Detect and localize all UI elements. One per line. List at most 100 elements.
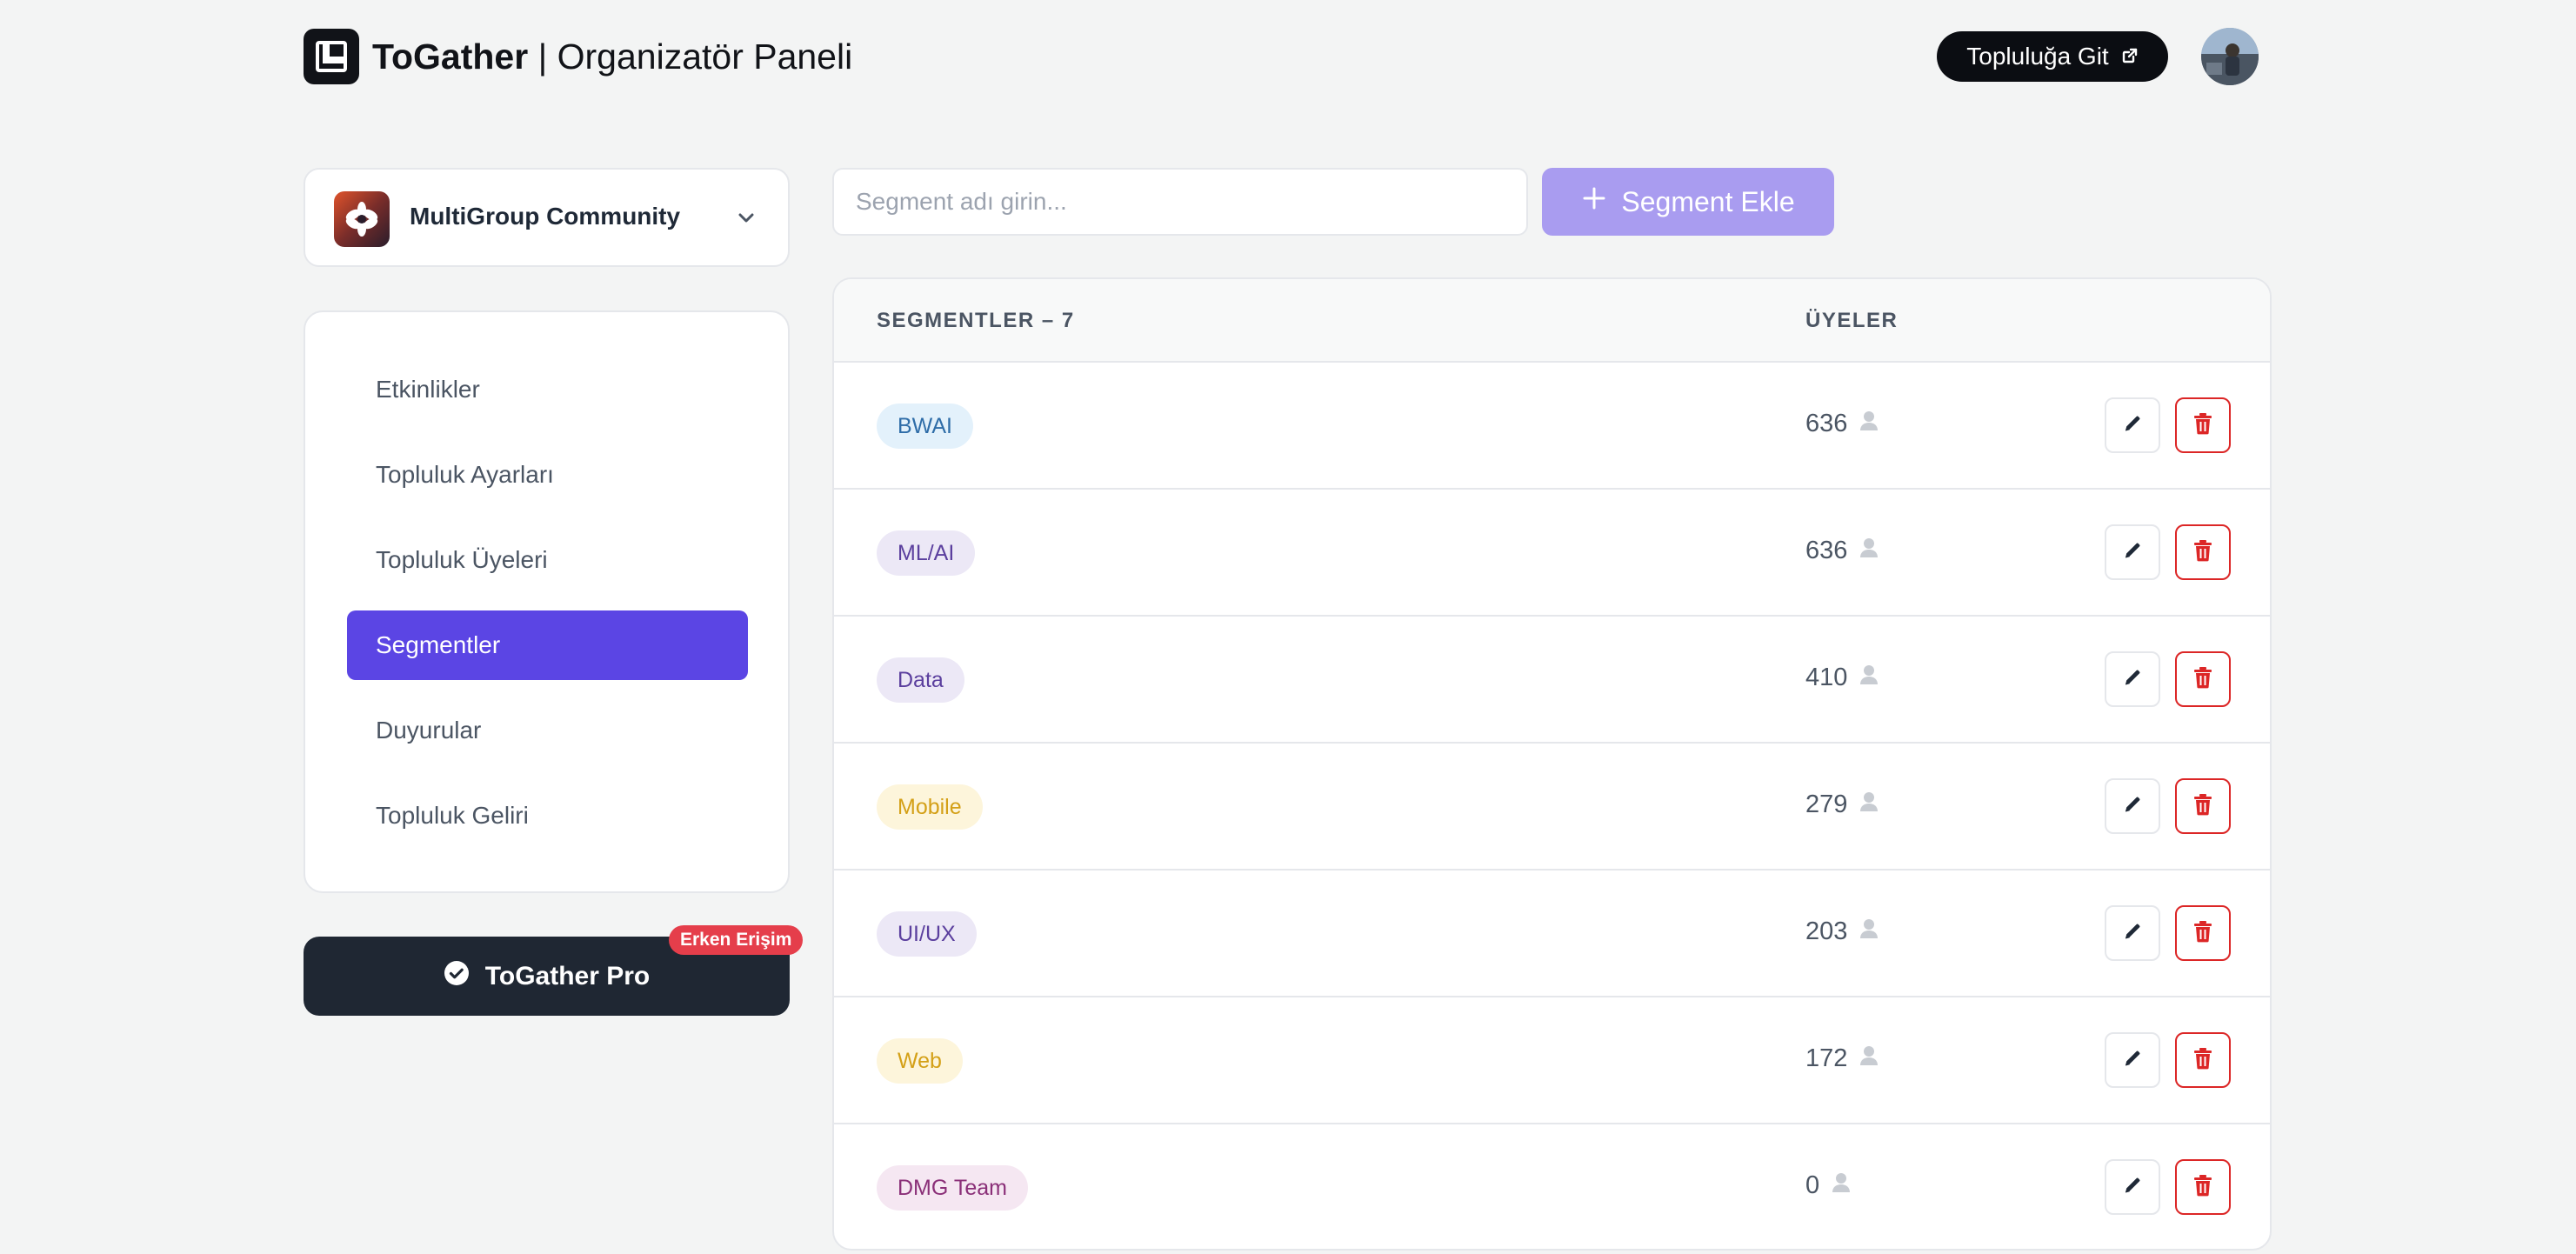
pencil-icon bbox=[2122, 540, 2143, 565]
edit-segment-button[interactable] bbox=[2105, 778, 2160, 834]
top-header: ToGather | Organizatör Paneli Topluluğa … bbox=[0, 0, 2576, 113]
sidebar-item-label: Etkinlikler bbox=[376, 376, 480, 403]
togather-logo-icon[interactable] bbox=[304, 29, 359, 84]
edit-segment-button[interactable] bbox=[2105, 1159, 2160, 1215]
user-icon bbox=[1859, 410, 1879, 438]
member-count: 410 bbox=[1805, 664, 1879, 692]
segment-tag: Data bbox=[877, 657, 964, 703]
table-row: ML/AI 636 bbox=[834, 490, 2270, 617]
edit-segment-button[interactable] bbox=[2105, 1032, 2160, 1088]
external-link-icon bbox=[2121, 43, 2139, 70]
delete-segment-button[interactable] bbox=[2175, 905, 2231, 961]
pencil-icon bbox=[2122, 413, 2143, 438]
plus-icon bbox=[1581, 185, 1607, 218]
table-row: Data 410 bbox=[834, 617, 2270, 744]
member-count-value: 203 bbox=[1805, 917, 1848, 945]
table-header: SEGMENTLER – 7 ÜYELER bbox=[834, 279, 2270, 363]
sidebar-item-community-members[interactable]: Topluluk Üyeleri bbox=[347, 525, 748, 595]
community-name: MultiGroup Community bbox=[410, 203, 681, 230]
user-icon bbox=[1859, 790, 1879, 819]
edit-segment-button[interactable] bbox=[2105, 905, 2160, 961]
segment-tag: UI/UX bbox=[877, 911, 977, 957]
sidebar-nav: Etkinlikler Topluluk Ayarları Topluluk Ü… bbox=[304, 310, 790, 893]
member-count-value: 0 bbox=[1805, 1171, 1820, 1199]
pencil-icon bbox=[2122, 1048, 2143, 1073]
community-logo bbox=[334, 191, 390, 247]
member-count: 0 bbox=[1805, 1171, 1851, 1200]
segment-tag: DMG Team bbox=[877, 1165, 1028, 1211]
member-count-value: 636 bbox=[1805, 410, 1848, 437]
sidebar-item-segments[interactable]: Segmentler bbox=[347, 610, 748, 680]
table-row: BWAI 636 bbox=[834, 363, 2270, 490]
sidebar-item-label: Topluluk Geliri bbox=[376, 802, 529, 829]
delete-segment-button[interactable] bbox=[2175, 1159, 2231, 1215]
early-access-badge: Erken Erişim bbox=[669, 925, 804, 955]
trash-icon bbox=[2193, 1047, 2212, 1074]
trash-icon bbox=[2193, 539, 2212, 566]
member-count-value: 636 bbox=[1805, 537, 1848, 564]
togather-pro-label: ToGather Pro bbox=[484, 961, 651, 991]
delete-segment-button[interactable] bbox=[2175, 778, 2231, 834]
member-count-value: 410 bbox=[1805, 664, 1848, 691]
sidebar-item-announcements[interactable]: Duyurular bbox=[347, 696, 748, 765]
pencil-icon bbox=[2122, 1175, 2143, 1200]
user-avatar[interactable] bbox=[2201, 28, 2259, 85]
add-segment-button[interactable]: Segment Ekle bbox=[1542, 168, 1834, 236]
user-icon bbox=[1859, 537, 1879, 565]
sidebar-item-community-settings[interactable]: Topluluk Ayarları bbox=[347, 440, 748, 510]
sidebar-item-label: Topluluk Ayarları bbox=[376, 461, 554, 488]
segment-tag: BWAI bbox=[877, 404, 973, 449]
brand-name: ToGather bbox=[372, 37, 529, 77]
member-count: 172 bbox=[1805, 1044, 1879, 1073]
go-to-community-label: Topluluğa Git bbox=[1966, 43, 2109, 70]
sidebar-item-label: Duyurular bbox=[376, 717, 482, 744]
segments-column-header: SEGMENTLER – 7 bbox=[877, 309, 1075, 332]
table-row: Mobile 279 bbox=[834, 744, 2270, 870]
delete-segment-button[interactable] bbox=[2175, 524, 2231, 580]
trash-icon bbox=[2193, 793, 2212, 820]
user-icon bbox=[1859, 664, 1879, 692]
pencil-icon bbox=[2122, 794, 2143, 819]
member-count-value: 172 bbox=[1805, 1044, 1848, 1072]
trash-icon bbox=[2193, 666, 2212, 693]
go-to-community-button[interactable]: Topluluğa Git bbox=[1937, 31, 2168, 82]
chevron-down-icon bbox=[734, 206, 758, 235]
table-row: UI/UX 203 bbox=[834, 870, 2270, 997]
trash-icon bbox=[2193, 412, 2212, 439]
trash-icon bbox=[2193, 1174, 2212, 1201]
edit-segment-button[interactable] bbox=[2105, 397, 2160, 453]
sidebar-item-label: Topluluk Üyeleri bbox=[376, 546, 548, 573]
edit-segment-button[interactable] bbox=[2105, 524, 2160, 580]
delete-segment-button[interactable] bbox=[2175, 651, 2231, 707]
member-count: 636 bbox=[1805, 537, 1879, 565]
segment-name-input[interactable] bbox=[832, 168, 1528, 236]
user-icon bbox=[1859, 917, 1879, 946]
table-row: Web 172 bbox=[834, 997, 2270, 1124]
table-row: DMG Team 0 bbox=[834, 1124, 2270, 1249]
sidebar-item-events[interactable]: Etkinlikler bbox=[347, 355, 748, 424]
segments-table: SEGMENTLER – 7 ÜYELER BWAI 636 ML/AI 636 Dat… bbox=[832, 277, 2272, 1251]
check-circle-icon bbox=[444, 960, 470, 993]
segment-tag: Mobile bbox=[877, 784, 983, 830]
member-count: 279 bbox=[1805, 790, 1879, 819]
trash-icon bbox=[2193, 920, 2212, 947]
members-column-header: ÜYELER bbox=[1805, 309, 1899, 332]
pencil-icon bbox=[2122, 667, 2143, 692]
member-count: 203 bbox=[1805, 917, 1879, 946]
user-icon bbox=[1859, 1044, 1879, 1073]
brand-subtitle: | Organizatör Paneli bbox=[528, 37, 853, 77]
segment-tag: Web bbox=[877, 1038, 963, 1084]
app-title: ToGather | Organizatör Paneli bbox=[372, 33, 852, 80]
member-count-value: 279 bbox=[1805, 790, 1848, 818]
add-segment-label: Segment Ekle bbox=[1621, 185, 1795, 217]
delete-segment-button[interactable] bbox=[2175, 397, 2231, 453]
community-selector[interactable]: MultiGroup Community bbox=[304, 168, 790, 267]
edit-segment-button[interactable] bbox=[2105, 651, 2160, 707]
member-count: 636 bbox=[1805, 410, 1879, 438]
delete-segment-button[interactable] bbox=[2175, 1032, 2231, 1088]
pencil-icon bbox=[2122, 921, 2143, 946]
sidebar-item-community-revenue[interactable]: Topluluk Geliri bbox=[347, 781, 748, 850]
segment-tag: ML/AI bbox=[877, 530, 976, 576]
user-icon bbox=[1832, 1171, 1851, 1200]
sidebar-item-label: Segmentler bbox=[376, 631, 501, 658]
